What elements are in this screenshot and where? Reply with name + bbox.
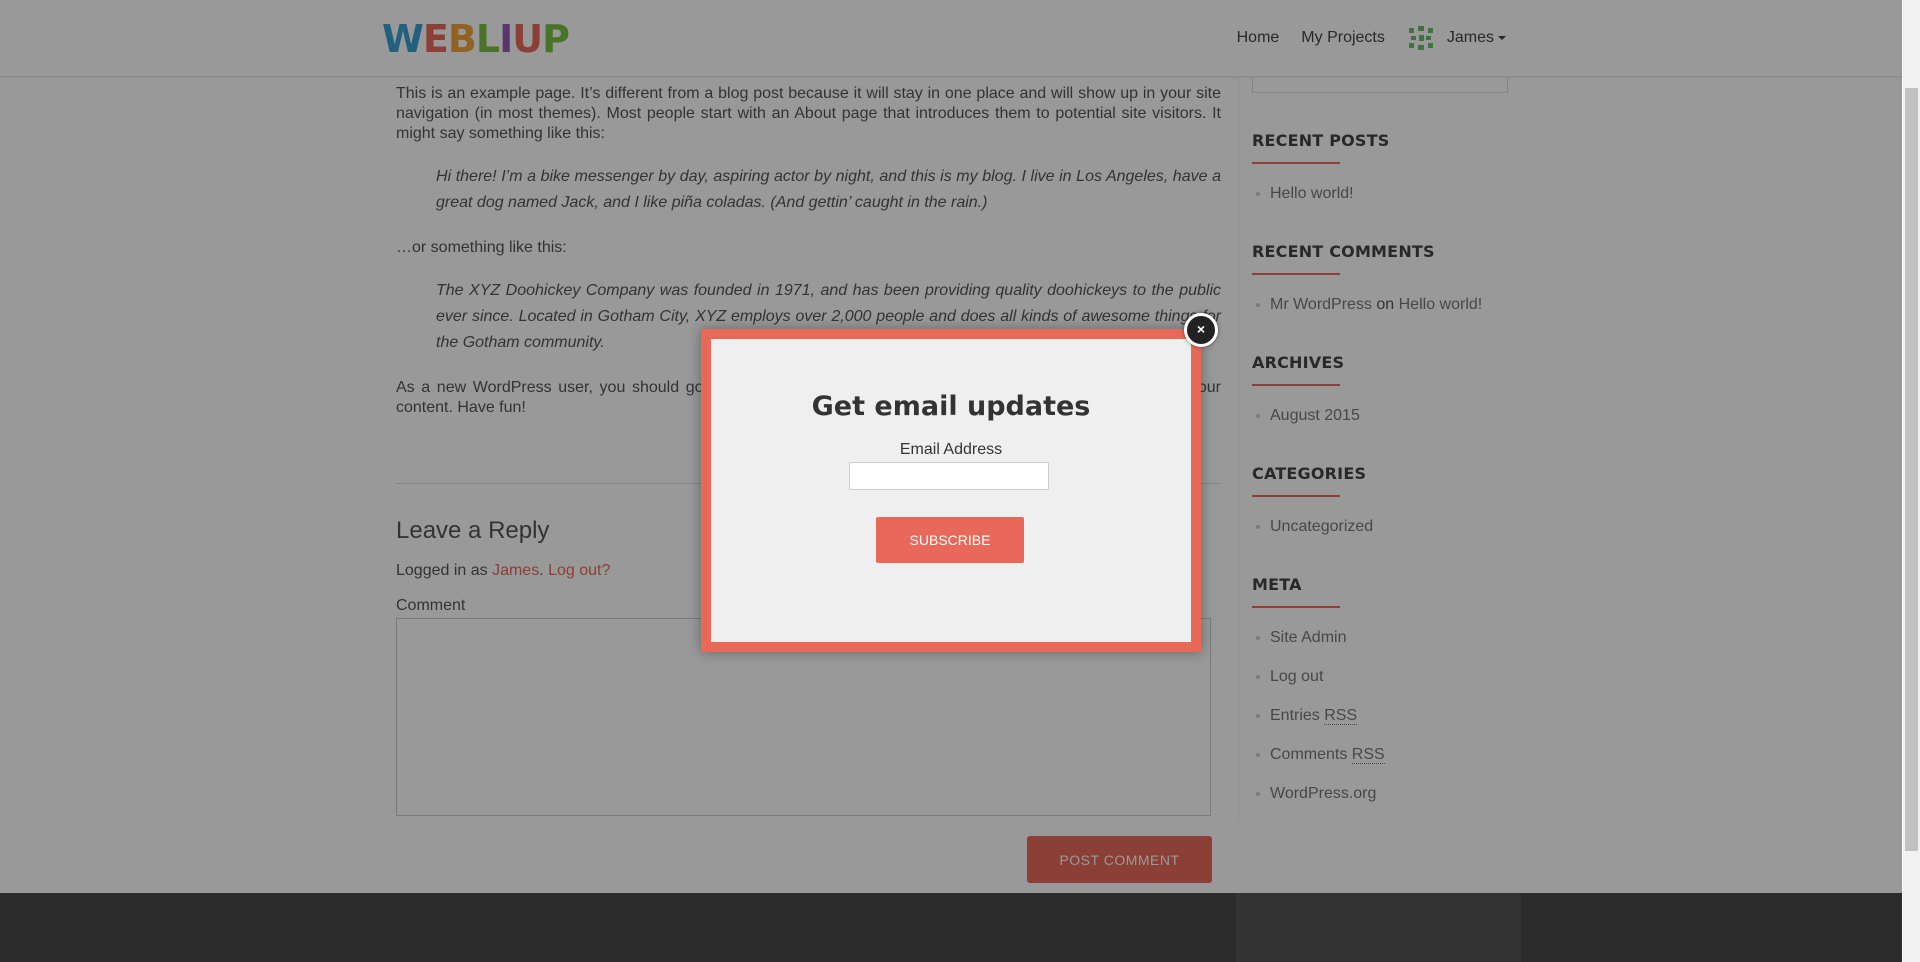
subscribe-button[interactable]: SUBSCRIBE <box>876 517 1024 563</box>
email-address-input[interactable] <box>849 462 1049 490</box>
page-scrollbar-thumb[interactable] <box>1905 88 1918 851</box>
email-address-label: Email Address <box>899 441 1003 458</box>
email-signup-modal: Get email updates Email Address SUBSCRIB… <box>701 329 1201 652</box>
close-icon[interactable]: × <box>1184 313 1218 347</box>
modal-body: Get email updates Email Address SUBSCRIB… <box>711 339 1191 642</box>
modal-title: Get email updates <box>811 391 1091 422</box>
